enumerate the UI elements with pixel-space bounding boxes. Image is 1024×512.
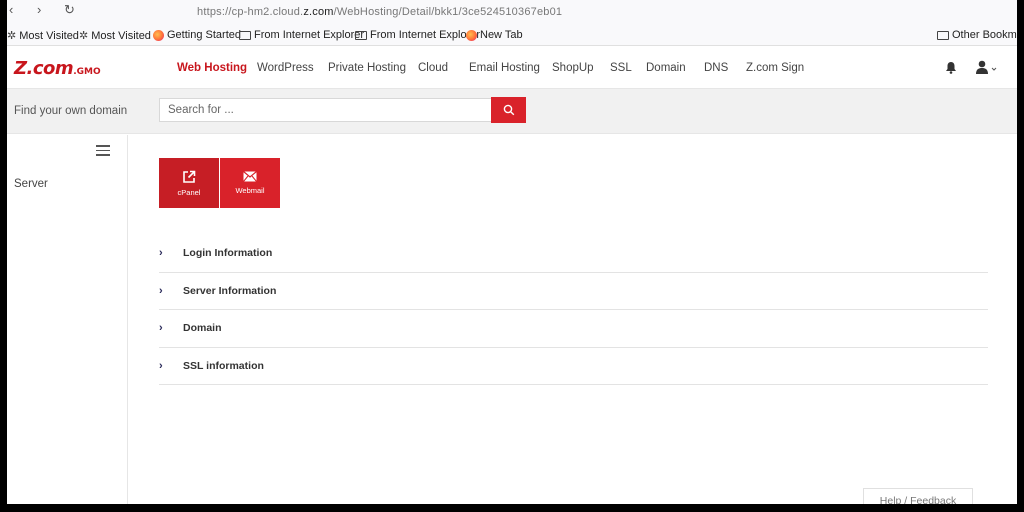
folder-icon [937,30,949,40]
forward-button[interactable]: › [37,2,41,17]
firefox-icon [153,29,164,41]
logo-suffix: .GMO [73,67,101,77]
webmail-button[interactable]: Webmail [220,158,280,208]
bookmark-new-tab[interactable]: New Tab [466,29,523,41]
url-domain: z.com [303,6,334,18]
chevron-right-icon: › [159,359,163,372]
nav-private-hosting[interactable]: Private Hosting [328,62,406,74]
bookmark-label: Most Visited [91,29,151,42]
bookmark-most-visited-1[interactable]: ✲ Most Visited [7,29,79,43]
chevron-right-icon: › [159,247,163,260]
nav-web-hosting[interactable]: Web Hosting [177,62,247,74]
help-feedback-button[interactable]: Help / Feedback [863,488,973,504]
firefox-icon [466,29,477,41]
bookmark-most-visited-2[interactable]: ✲ Most Visited [79,29,151,43]
domain-search-bar: Find your own domain [7,89,1017,134]
bookmark-label: Other Bookmarks [952,29,1017,41]
user-icon[interactable] [975,60,997,74]
info-accordion: › Login Information › Server Information… [159,235,988,385]
nav-cloud[interactable]: Cloud [418,62,448,74]
accordion-label: SSL information [183,359,264,372]
back-button[interactable]: ‹ [9,2,13,17]
search-button[interactable] [491,97,526,123]
envelope-icon [243,171,257,182]
chevron-right-icon: › [159,284,163,297]
bookmark-other[interactable]: Other Bookmarks [937,29,1017,41]
folder-icon [355,30,367,40]
cpanel-label: cPanel [177,187,201,197]
accordion-label: Server Information [183,284,277,297]
bookmark-label: Getting Started [167,29,241,41]
logo-text: Z.com [14,58,74,79]
bookmark-label: From Internet Explorer [370,29,481,41]
site-header: Z.com.GMO Web Hosting WordPress Private … [7,47,1017,89]
gear-icon: ✲ [79,30,89,42]
bookmark-folder-ie-2[interactable]: From Internet Explorer [355,29,480,41]
find-domain-label: Find your own domain [14,105,128,117]
nav-zcom-sign[interactable]: Z.com Sign [746,62,804,74]
accordion-server-information[interactable]: › Server Information [159,273,988,310]
accordion-domain[interactable]: › Domain [159,310,988,348]
accordion-ssl-information[interactable]: › SSL information [159,348,988,385]
bookmark-label: From Internet Explorer [254,29,365,41]
folder-icon [239,30,251,40]
browser-window: ‹ › ↻ https://cp-hm2.cloud.z.com/WebHost… [7,0,1017,504]
external-link-icon [183,170,196,183]
quick-actions: cPanel Webmail [159,158,280,208]
search-icon [503,104,514,116]
bell-icon[interactable] [945,61,957,74]
accordion-label: Login Information [183,247,273,260]
bookmarks-bar: ✲ Most Visited ✲ Most Visited Getting St… [7,24,1017,46]
nav-email-hosting[interactable]: Email Hosting [469,62,540,74]
hamburger-menu-icon[interactable] [96,145,112,157]
nav-domain[interactable]: Domain [646,62,686,74]
sidebar: Server [7,135,128,504]
bookmark-label: Most Visited [19,29,79,42]
nav-dns[interactable]: DNS [704,62,728,74]
gear-icon: ✲ [7,30,17,42]
nav-shopup[interactable]: ShopUp [552,62,594,74]
reload-button[interactable]: ↻ [64,2,75,18]
sidebar-item-server[interactable]: Server [14,178,48,190]
nav-wordpress[interactable]: WordPress [257,62,314,74]
accordion-login-information[interactable]: › Login Information [159,235,988,273]
accordion-label: Domain [183,322,222,335]
bookmark-getting-started[interactable]: Getting Started [153,29,241,41]
webmail-label: Webmail [235,186,265,195]
bookmark-folder-ie-1[interactable]: From Internet Explorer [239,29,364,41]
zcom-logo[interactable]: Z.com.GMO [14,58,101,79]
chevron-right-icon: › [159,322,163,335]
url-bar: ‹ › ↻ https://cp-hm2.cloud.z.com/WebHost… [7,0,1017,24]
url-text[interactable]: https://cp-hm2.cloud.z.com/WebHosting/De… [197,6,562,18]
nav-ssl[interactable]: SSL [610,62,632,74]
cpanel-button[interactable]: cPanel [159,158,219,208]
bookmark-label: New Tab [480,29,523,41]
domain-search-input[interactable] [159,98,492,122]
